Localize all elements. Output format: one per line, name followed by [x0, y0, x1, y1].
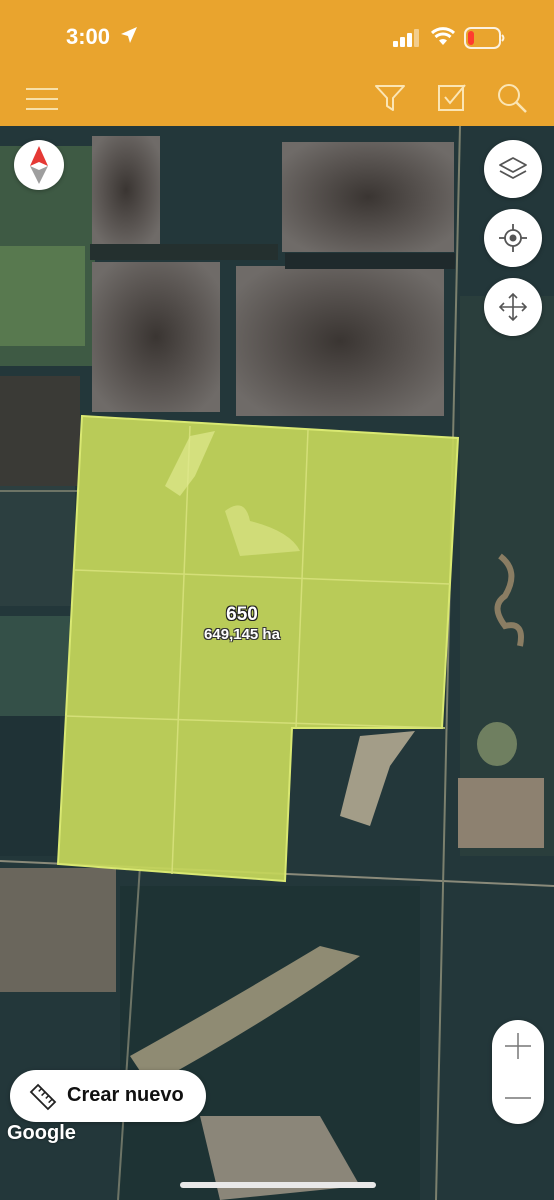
ruler-icon: [29, 1083, 57, 1111]
filter-button[interactable]: [374, 82, 406, 119]
zoom-control: [492, 1020, 544, 1124]
zoom-out-icon: [505, 1097, 531, 1099]
zoom-in-icon: [505, 1033, 531, 1059]
polygon-label: 650 649,145 ha: [192, 604, 292, 643]
status-time: 3:00: [66, 24, 111, 49]
home-indicator: [180, 1182, 376, 1188]
zoom-in-button[interactable]: [492, 1020, 544, 1072]
move-icon: [498, 292, 528, 322]
create-new-button[interactable]: Crear nuevo: [10, 1070, 206, 1122]
layers-icon: [499, 157, 527, 179]
polygon-id: 650: [226, 604, 258, 625]
google-attribution: Google: [7, 1122, 76, 1144]
satellite-imagery: [0, 126, 554, 1200]
locate-button[interactable]: [484, 209, 542, 267]
create-new-label: Crear nuevo: [67, 1084, 184, 1106]
wifi-icon: [430, 27, 456, 45]
menu-icon: [26, 88, 58, 110]
location-arrow-icon: [121, 27, 137, 43]
signal-icon: [393, 29, 419, 47]
layers-button[interactable]: [484, 140, 542, 198]
app-header: 3:00: [0, 0, 554, 126]
compass-button[interactable]: [14, 140, 64, 190]
checkbox-icon: [438, 84, 466, 111]
polygon-area: 649,145 ha: [204, 626, 280, 643]
locate-icon: [499, 224, 527, 252]
satellite-map[interactable]: 650 649,145 ha Crear nuevo Google: [0, 126, 554, 1200]
status-bar: 3:00: [0, 0, 554, 74]
battery-icon: [464, 27, 505, 49]
app-screen: 3:00 650 649,145 ha Crear nuevo Google: [0, 0, 554, 1200]
menu-button[interactable]: [26, 82, 58, 119]
search-icon: [498, 84, 527, 113]
zoom-out-button[interactable]: [492, 1072, 544, 1124]
move-button[interactable]: [484, 278, 542, 336]
compass-icon: [30, 146, 48, 184]
toolbar: [0, 74, 554, 126]
search-button[interactable]: [496, 82, 528, 119]
select-button[interactable]: [436, 82, 468, 119]
filter-icon: [375, 85, 405, 111]
